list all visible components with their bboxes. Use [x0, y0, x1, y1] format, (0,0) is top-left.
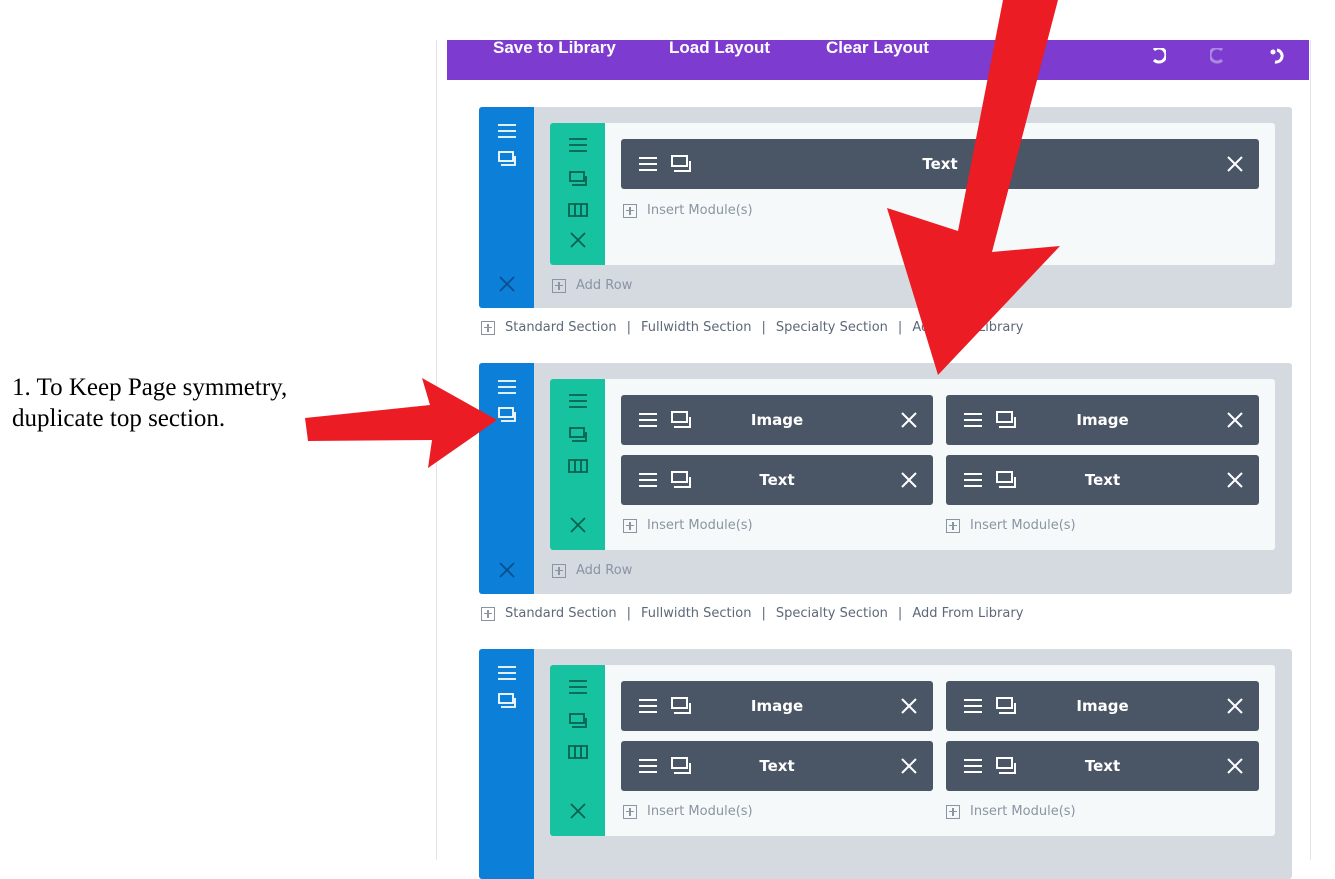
annotation-arrows [305, 0, 1060, 468]
arrow-icon [305, 378, 497, 468]
arrow-icon [887, 0, 1060, 375]
